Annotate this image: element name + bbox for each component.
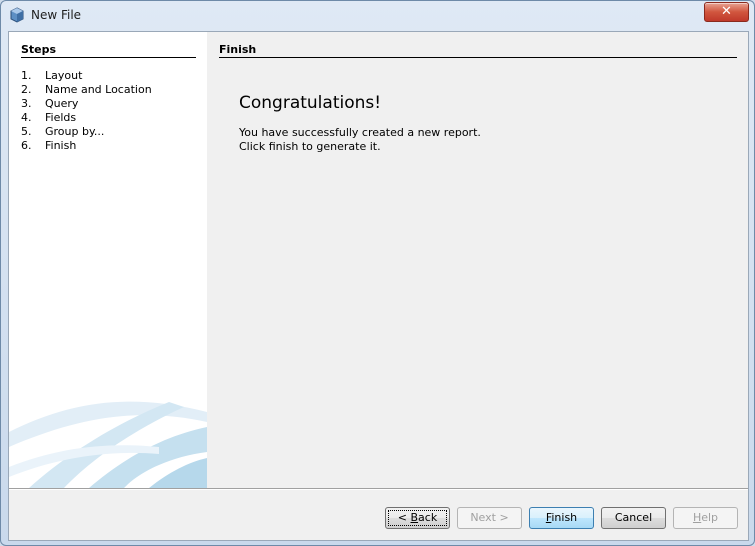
help-button-label: Help [692,511,719,524]
step-label: Name and Location [45,83,152,96]
content-divider [219,57,737,58]
step-label: Fields [45,111,77,124]
next-button[interactable]: Next > [457,507,522,529]
steps-title: Steps [21,43,57,56]
next-button-label: Next > [470,511,509,524]
close-icon: ✕ [721,4,732,19]
message-line-1: You have successfully created a new repo… [239,126,481,139]
step-item: 3. Query [21,97,152,111]
window-title: New File [31,8,82,22]
cancel-button[interactable]: Cancel [601,507,666,529]
message-line-2: Click finish to generate it. [239,140,381,153]
step-item: 4. Fields [21,111,152,125]
steps-panel: Steps 1. Layout 2. Name and Location 3. Que… [9,32,207,488]
step-number: 5. [21,125,32,138]
success-message: You have successfully created a new repo… [239,126,481,154]
back-button[interactable]: < Back [385,507,450,529]
new-file-dialog: New File ✕ Steps 1. Layout 2. Name and Loc… [0,0,755,546]
finish-button-label: Finish [545,511,578,524]
dialog-body: Steps 1. Layout 2. Name and Location 3. Que… [8,31,749,541]
close-button[interactable]: ✕ [704,2,749,22]
steps-divider [21,57,196,58]
step-item: 1. Layout [21,69,152,83]
step-item: 5. Group by... [21,125,152,139]
finish-button[interactable]: Finish [529,507,594,529]
steps-list: 1. Layout 2. Name and Location 3. Query 4. F… [21,69,152,153]
step-item: 6. Finish [21,139,152,153]
step-label: Query [45,97,79,110]
decorative-swoosh [9,401,207,488]
step-item: 2. Name and Location [21,83,152,97]
step-number: 1. [21,69,32,82]
button-separator-highlight [9,489,748,490]
step-number: 6. [21,139,32,152]
step-label: Layout [45,69,83,82]
step-number: 4. [21,111,32,124]
help-button[interactable]: Help [673,507,738,529]
step-label: Finish [45,139,77,152]
content-header: Finish [219,43,257,56]
congratulations-heading: Congratulations! [239,93,382,113]
cancel-button-label: Cancel [614,511,653,524]
title-bar[interactable]: New File ✕ [1,1,754,31]
step-number: 2. [21,83,32,96]
back-button-label: < Back [386,508,449,528]
app-icon [10,7,24,23]
step-label: Group by... [45,125,105,138]
step-number: 3. [21,97,32,110]
